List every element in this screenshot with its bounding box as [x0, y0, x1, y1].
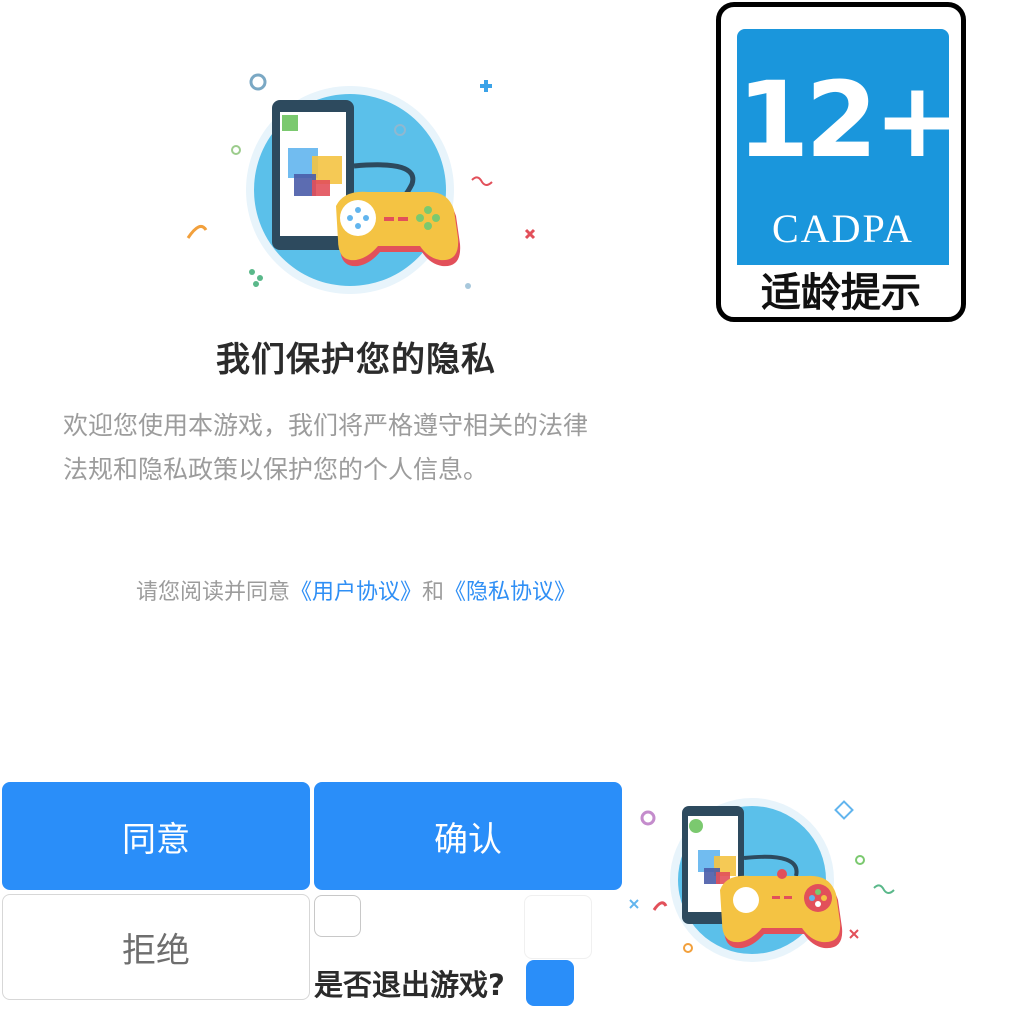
- exit-toggle[interactable]: [526, 960, 574, 1006]
- privacy-intro: 欢迎您使用本游戏，我们将严格遵守相关的法律 法规和隐私政策以保护您的个人信息。: [63, 404, 673, 492]
- checkbox[interactable]: [314, 895, 361, 937]
- age-rating-badge: 12+ CADPA 适龄提示: [716, 2, 966, 322]
- empty-box: [524, 895, 592, 959]
- phone-gamepad-small-icon: [629, 798, 895, 962]
- badge-rating: 12+: [737, 59, 961, 181]
- agreement-and: 和: [422, 580, 445, 605]
- intro-line-2: 法规和隐私政策以保护您的个人信息。: [63, 455, 489, 484]
- privacy-agreement-link[interactable]: 《隐私协议》: [444, 580, 576, 605]
- badge-label: 适龄提示: [761, 270, 921, 316]
- intro-line-1: 欢迎您使用本游戏，我们将严格遵守相关的法律: [63, 411, 589, 440]
- agreement-prefix: 请您阅读并同意: [135, 580, 290, 605]
- agree-button[interactable]: 同意: [2, 782, 310, 890]
- privacy-title: 我们保护您的隐私: [216, 340, 496, 380]
- badge-org: CADPA: [772, 206, 914, 251]
- phone-gamepad-illustration-icon: [186, 73, 536, 294]
- refuse-button[interactable]: 拒绝: [2, 894, 310, 1000]
- user-agreement-link[interactable]: 《用户协议》: [290, 580, 422, 605]
- exit-question: 是否退出游戏?: [314, 968, 505, 1002]
- agreement-notice: 请您阅读并同意《用户协议》和《隐私协议》: [0, 574, 712, 606]
- badge-rating-panel: 12+ CADPA: [737, 29, 961, 265]
- confirm-button[interactable]: 确认: [314, 782, 622, 890]
